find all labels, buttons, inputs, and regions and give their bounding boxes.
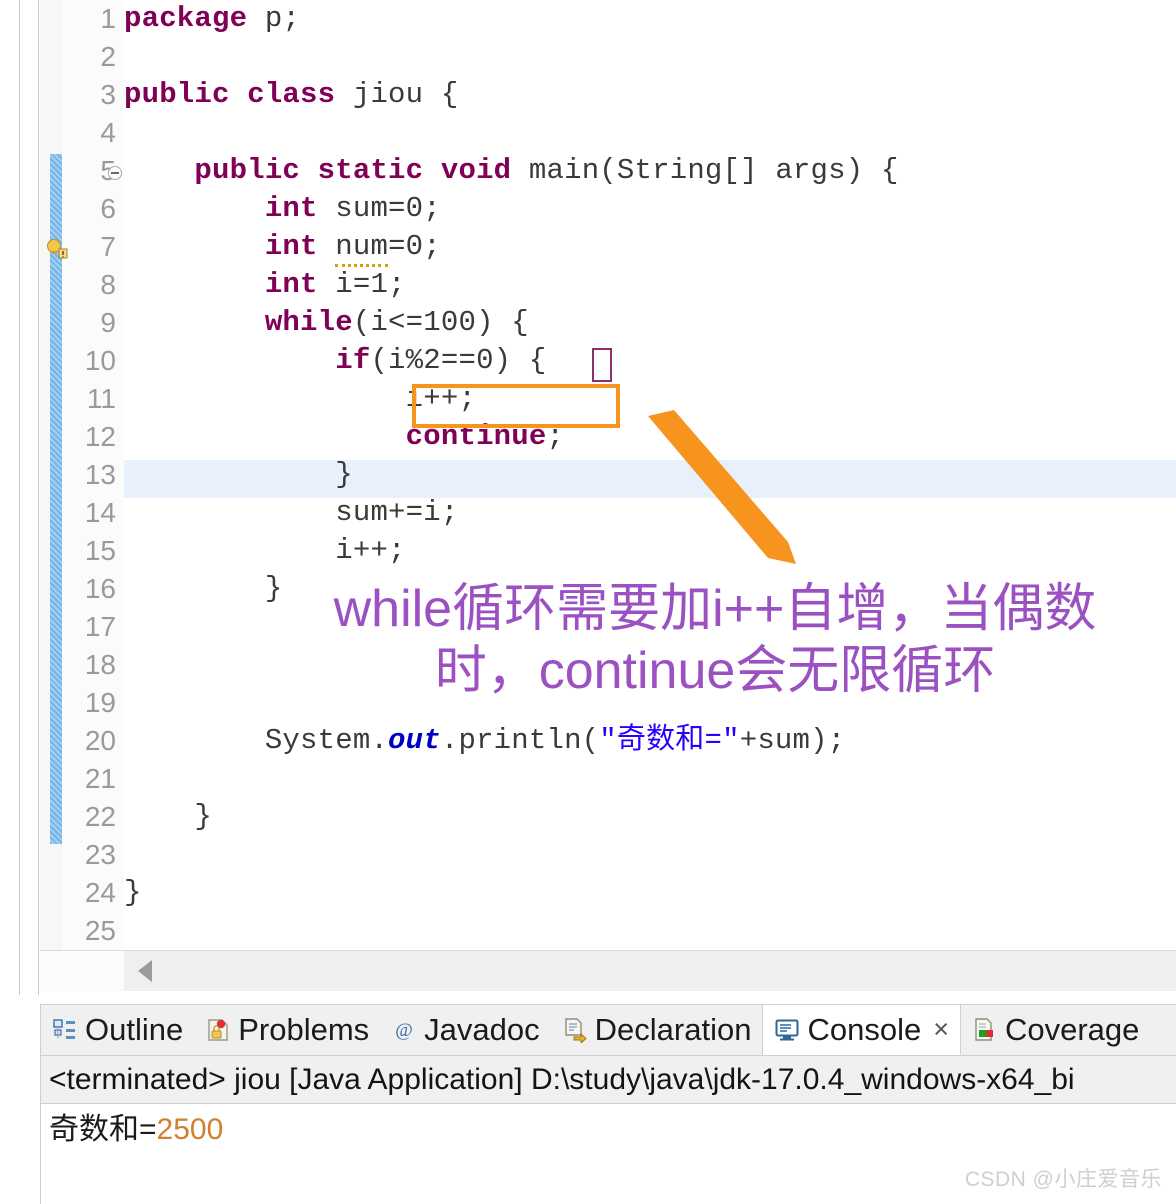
- editor-left-margin: [0, 0, 36, 995]
- tab-console[interactable]: Console ×: [762, 1005, 961, 1055]
- code-line-24[interactable]: }: [124, 874, 142, 912]
- tab-javadoc-label: Javadoc: [424, 1012, 540, 1047]
- tab-outline[interactable]: Outline: [41, 1005, 194, 1055]
- line-number-17: 17: [84, 611, 116, 642]
- line-number-7: 7: [100, 231, 116, 262]
- launch-configuration-bar: <terminated> jiou [Java Application] D:\…: [41, 1056, 1176, 1104]
- line-number-4: 4: [100, 117, 116, 148]
- line-number-9: 9: [100, 307, 116, 338]
- code-line-14[interactable]: sum+=i;: [124, 494, 458, 532]
- code-line-20[interactable]: System.out.println("奇数和="+sum);: [124, 722, 845, 760]
- tab-outline-label: Outline: [85, 1012, 184, 1047]
- line-number-13: 13: [84, 459, 116, 490]
- code-editor-pane: 1234567891011121314151617181920212223242…: [0, 0, 1176, 995]
- editor-left-rule-inner: [38, 0, 39, 995]
- line-number-ruler: 1234567891011121314151617181920212223242…: [62, 0, 125, 950]
- line-number-18: 18: [84, 649, 116, 680]
- declaration-icon: [564, 1018, 587, 1043]
- tab-declaration-label: Declaration: [594, 1012, 752, 1047]
- line-number-15: 15: [84, 535, 116, 566]
- code-line-1[interactable]: package p;: [124, 0, 300, 38]
- line-number-21: 21: [84, 763, 116, 794]
- line-number-6: 6: [100, 193, 116, 224]
- tab-console-label: Console: [807, 1011, 922, 1047]
- problems-icon: [208, 1019, 228, 1041]
- tab-declaration[interactable]: Declaration: [551, 1005, 763, 1055]
- close-icon[interactable]: ×: [933, 1016, 949, 1043]
- bracket-match-highlight: [592, 348, 612, 382]
- console-icon: [775, 1019, 799, 1040]
- tab-coverage-label: Coverage: [1004, 1012, 1140, 1047]
- fold-collapse-marker[interactable]: [108, 166, 122, 180]
- view-tab-bar: Outline Problems @ Javadoc Declaration C…: [41, 1005, 1176, 1056]
- line-number-1: 1: [100, 3, 116, 34]
- line-number-25: 25: [84, 915, 116, 946]
- console-output-value: 2500: [156, 1113, 224, 1146]
- code-line-16[interactable]: }: [124, 570, 282, 608]
- javadoc-icon: @: [395, 1020, 413, 1041]
- line-number-11: 11: [86, 383, 116, 414]
- line-number-12: 12: [84, 421, 116, 452]
- editor-scroll-corner: [40, 950, 125, 991]
- editor-horizontal-scrollbar[interactable]: [124, 950, 1176, 991]
- code-line-22[interactable]: }: [124, 798, 212, 836]
- code-line-7[interactable]: int num=0;: [124, 228, 441, 267]
- code-line-5[interactable]: public static void main(String[] args) {: [124, 152, 899, 190]
- tab-coverage[interactable]: Coverage: [961, 1005, 1150, 1055]
- outline-icon: [53, 1019, 75, 1039]
- console-output-label: 奇数和=: [49, 1113, 157, 1146]
- line-number-23: 23: [84, 839, 116, 870]
- annotation-arrow-icon: [648, 410, 796, 564]
- editor-left-rule-outer: [19, 0, 20, 995]
- tab-javadoc[interactable]: @ Javadoc: [380, 1005, 550, 1055]
- code-line-9[interactable]: while(i<=100) {: [124, 304, 529, 342]
- code-line-8[interactable]: int i=1;: [124, 266, 406, 304]
- code-line-3[interactable]: public class jiou {: [124, 76, 458, 114]
- coverage-icon: [975, 1018, 993, 1041]
- line-number-2: 2: [100, 41, 116, 72]
- tab-problems-label: Problems: [238, 1012, 370, 1047]
- console-output-line: 奇数和=2500: [49, 1108, 223, 1152]
- line-number-10: 10: [84, 345, 116, 376]
- line-number-19: 19: [84, 687, 116, 718]
- line-number-20: 20: [84, 725, 116, 756]
- line-number-14: 14: [84, 497, 116, 528]
- annotation-highlight-box: [412, 384, 620, 428]
- code-line-10[interactable]: if(i%2==0) {: [124, 342, 546, 380]
- tab-problems[interactable]: Problems: [194, 1005, 380, 1055]
- line-number-16: 16: [84, 573, 116, 604]
- code-line-13[interactable]: }: [124, 456, 353, 494]
- launch-configuration-text: <terminated> jiou [Java Application] D:\…: [49, 1063, 1075, 1096]
- scroll-left-arrow-icon[interactable]: [138, 960, 152, 982]
- line-number-24: 24: [84, 877, 116, 908]
- code-line-15[interactable]: i++;: [124, 532, 406, 570]
- watermark: CSDN @小庄爱音乐: [964, 1168, 1162, 1191]
- line-number-8: 8: [100, 269, 116, 300]
- line-number-22: 22: [84, 801, 116, 832]
- line-number-3: 3: [100, 79, 116, 110]
- warning-bulb-icon[interactable]: [46, 238, 68, 260]
- svg-text:@: @: [395, 1020, 413, 1041]
- code-line-6[interactable]: int sum=0;: [124, 190, 441, 228]
